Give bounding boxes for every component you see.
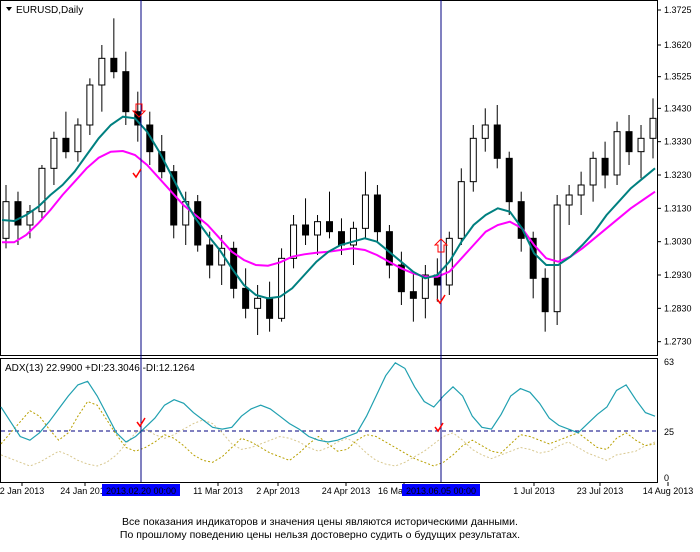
candle-bull [278, 257, 286, 319]
menu-triangle-icon [6, 7, 12, 11]
candle-bull [649, 117, 657, 139]
candle-bear [62, 137, 70, 153]
price-axis-tick-label: 1.3130 [664, 203, 692, 213]
price-axis-tick-label: 1.3430 [664, 103, 692, 113]
candle-bull [314, 221, 322, 236]
crosshair-time-label: 2013.02.20 00:00 [106, 486, 176, 496]
time-axis-tick-label: 2 Jan 2013 [0, 486, 44, 496]
minus-di-line [0, 419, 656, 467]
candles-group [2, 18, 657, 335]
candle-bull [86, 84, 94, 126]
candle-bear [122, 71, 130, 113]
candle-bear [302, 224, 310, 236]
price-axis-tick-label: 1.3525 [664, 72, 692, 82]
time-axis-tick-label: 23 Jul 2013 [577, 486, 624, 496]
price-pane-title: EURUSD,Daily [16, 5, 83, 16]
candle-bull [290, 224, 298, 259]
indicator-axis-tick-label: 63 [664, 357, 674, 367]
indicator-axis-tick-label: 0 [664, 473, 669, 483]
indicator-pane-title: ADX(13) 22.9900 +DI:23.3046 -DI:12.1264 [5, 363, 195, 374]
sell-signal-check [132, 168, 142, 179]
candle-bull [565, 194, 573, 206]
candle-bear [493, 124, 501, 159]
candle-bull [577, 184, 585, 196]
candle-bear [14, 201, 22, 226]
time-axis-tick-label: 24 Apr 2013 [322, 486, 371, 496]
price-axis-tick-label: 1.3230 [664, 170, 692, 180]
candle-bull [50, 137, 58, 169]
candle-bull [361, 194, 369, 229]
price-axis-tick-label: 1.3030 [664, 237, 692, 247]
candle-bull [553, 204, 561, 313]
price-axis-tick-label: 1.2730 [664, 337, 692, 347]
time-axis-tick-label: 1 Jul 2013 [513, 486, 555, 496]
candle-bull [589, 157, 597, 186]
candle-bull [637, 137, 645, 153]
candle-bear [505, 157, 513, 203]
candle-bear [337, 231, 345, 246]
candle-bear [373, 194, 381, 233]
time-axis-tick-label: 11 Mar 2013 [193, 486, 243, 496]
candle-bull [469, 137, 477, 183]
candle-bear [326, 221, 333, 233]
indicator-pane-frame [0, 358, 658, 483]
price-axis-tick-label: 1.2930 [664, 270, 692, 280]
candle-bear [409, 291, 417, 299]
candle-bear [110, 57, 118, 73]
candle-bull [254, 297, 262, 309]
adx-line [0, 362, 656, 443]
candle-bear [266, 297, 274, 319]
candle-bull [74, 124, 82, 153]
candle-bear [206, 244, 214, 266]
candle-bear [541, 277, 549, 313]
indicator-axis-tick-label: 25 [664, 427, 674, 437]
price-axis-tick-label: 1.3725 [664, 5, 692, 15]
candle-bear [625, 131, 633, 153]
candle-bear [242, 287, 250, 309]
price-axis-tick-label: 1.3330 [664, 137, 692, 147]
time-axis-tick-label: 14 Aug 2013 [643, 486, 694, 496]
indicator-signal-check [434, 422, 444, 433]
price-axis-tick-label: 1.3620 [664, 40, 692, 50]
candle-bull [613, 131, 621, 176]
plus-di-line [0, 400, 656, 467]
candle-bull [457, 181, 465, 239]
candle-bull [481, 124, 489, 139]
candle-bear [601, 157, 609, 176]
chart-area: 1.3725 1.3620 1.3525 1.3430 1.3330 1.3230 1.31… [0, 0, 694, 496]
disclaimer-line-2: По прошлому поведению цены нельзя достов… [119, 529, 521, 541]
crosshair-time-label: 2013.06.05 00:00 [406, 486, 476, 496]
time-axis-tick-label: 2 Apr 2013 [256, 486, 300, 496]
candle-bull [98, 57, 106, 86]
disclaimer-line-1: Все показания индикаторов и значения цен… [122, 516, 518, 528]
price-axis-tick-label: 1.2830 [664, 303, 692, 313]
disclaimer: Все показания индикаторов и значения цен… [0, 516, 640, 542]
